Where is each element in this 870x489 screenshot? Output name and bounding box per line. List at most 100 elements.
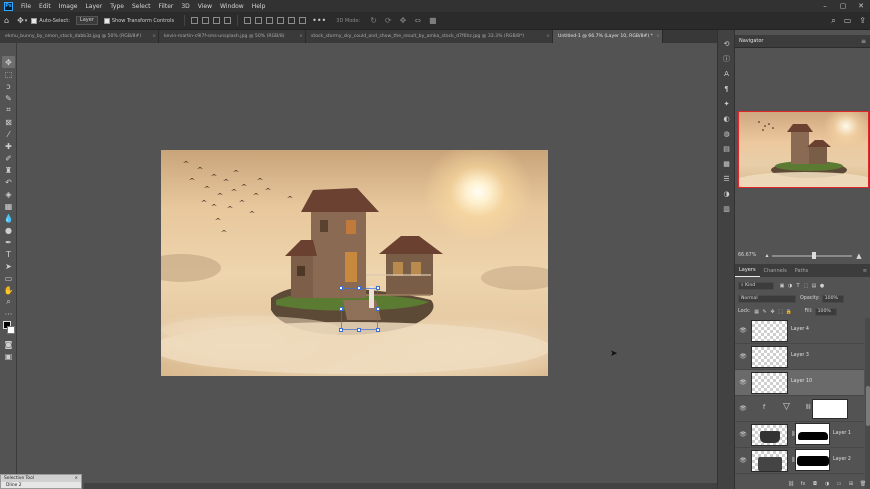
layer-row[interactable]: 👁 Layer 4 <box>735 318 864 344</box>
layer-mask-thumbnail[interactable] <box>812 399 848 419</box>
scrollbar-thumb[interactable] <box>866 386 870 426</box>
adjustment-icon[interactable]: ◑ <box>823 480 831 488</box>
panel-menu-icon[interactable]: ≡ <box>861 35 866 48</box>
filter-adjustment-icon[interactable]: ◑ <box>786 282 794 290</box>
group-icon[interactable]: ▭ <box>835 480 843 488</box>
transform-handle[interactable] <box>376 286 380 290</box>
lock-artboard-icon[interactable]: ⬚ <box>777 308 785 316</box>
menu-help[interactable]: Help <box>248 3 270 10</box>
patterns-icon[interactable]: ▦ <box>718 158 735 171</box>
link-layers-icon[interactable]: ⛓ <box>787 480 795 488</box>
search-icon[interactable]: ⌕ <box>831 16 835 26</box>
align-left-icon[interactable] <box>191 17 199 24</box>
path-select-tool-icon[interactable]: ➤ <box>2 260 15 272</box>
maximize-icon[interactable]: ▢ <box>834 2 852 10</box>
close-icon[interactable]: × <box>299 30 303 43</box>
align-top-icon[interactable] <box>224 17 232 24</box>
character-icon[interactable]: A <box>718 68 735 81</box>
tab-document-active[interactable]: Untitled-1 @ 66.7% (Layer 10, RGB/8#) * × <box>553 30 663 43</box>
screen-mode-icon[interactable]: ▣ <box>2 350 15 362</box>
horizontal-scrollbar[interactable] <box>84 483 717 489</box>
transform-handle[interactable] <box>357 328 361 332</box>
dodge-tool-icon[interactable]: ● <box>2 224 15 236</box>
crop-tool-icon[interactable]: ⌗ <box>2 104 15 116</box>
eye-icon[interactable]: 👁 <box>739 431 747 439</box>
zoom-out-icon[interactable]: ▴ <box>762 252 772 259</box>
trash-icon[interactable]: 🗑 <box>859 480 867 488</box>
close-icon[interactable]: × <box>74 475 78 482</box>
transform-handle[interactable] <box>339 328 343 332</box>
more-tools-icon[interactable]: ··· <box>2 308 15 320</box>
fx-icon[interactable]: fx <box>799 480 807 488</box>
menu-edit[interactable]: Edit <box>35 3 55 10</box>
transform-handle[interactable] <box>376 307 380 311</box>
move-tool-icon[interactable]: ✥ <box>2 56 15 68</box>
info-icon[interactable]: ⓘ <box>718 53 735 66</box>
align-right-icon[interactable] <box>213 17 221 24</box>
swatches-icon[interactable]: ◍ <box>718 128 735 141</box>
navigator-preview[interactable] <box>738 111 869 188</box>
libraries-icon[interactable]: ▥ <box>718 203 735 216</box>
distribute-center-icon[interactable] <box>288 17 296 24</box>
distribute-middle-icon[interactable] <box>255 17 263 24</box>
gradient-tool-icon[interactable]: ▦ <box>2 200 15 212</box>
pen-tool-icon[interactable]: ✒ <box>2 236 15 248</box>
distribute-bottom-icon[interactable] <box>266 17 274 24</box>
blend-mode-dropdown[interactable]: Normal <box>738 294 796 303</box>
zoom-slider-thumb[interactable] <box>812 251 816 259</box>
floating-panel[interactable]: Selective Tool × Dline 2 <box>0 474 82 489</box>
add-mask-icon[interactable]: ◘ <box>811 480 819 488</box>
tab-document-3[interactable]: stock_stormy_sky_could_and_show_the_resu… <box>306 30 553 43</box>
3d-roll-icon[interactable]: ⟳ <box>385 16 392 25</box>
menu-3d[interactable]: 3D <box>177 3 193 10</box>
brush-tool-icon[interactable]: ✐ <box>2 152 15 164</box>
marquee-tool-icon[interactable]: ⬚ <box>2 68 15 80</box>
move-tool-icon[interactable]: ✥ <box>17 16 24 25</box>
transform-handle[interactable] <box>357 286 361 290</box>
adjustments-icon[interactable]: ◑ <box>718 188 735 201</box>
menu-view[interactable]: View <box>194 3 216 10</box>
distribute-left-icon[interactable] <box>277 17 285 24</box>
eye-icon[interactable]: 👁 <box>739 457 747 465</box>
history-icon[interactable]: ⟲ <box>718 38 735 51</box>
healing-brush-tool-icon[interactable]: ✚ <box>2 140 15 152</box>
tab-document-1[interactable]: ekmu_bunny_by_nmon_stock_dabb3z.jpg @ 50… <box>0 30 159 43</box>
clone-stamp-tool-icon[interactable]: ♜ <box>2 164 15 176</box>
eye-icon[interactable]: 👁 <box>739 405 747 413</box>
frame-tool-icon[interactable]: ⊠ <box>2 116 15 128</box>
menu-window[interactable]: Window <box>216 3 248 10</box>
zoom-slider[interactable] <box>772 251 852 259</box>
transform-bounding-box[interactable] <box>341 288 378 330</box>
rectangle-tool-icon[interactable]: ▭ <box>2 272 15 284</box>
chevron-down-icon[interactable]: ▾ <box>25 18 28 24</box>
filter-shape-icon[interactable]: ⬚ <box>802 282 810 290</box>
filter-kind-dropdown[interactable]: ⌕ Kind <box>738 281 774 290</box>
paragraph-icon[interactable]: ¶ <box>718 83 735 96</box>
color-swatches-icon[interactable] <box>2 320 15 338</box>
lock-transparent-icon[interactable]: ▦ <box>753 308 761 316</box>
transform-controls-checkbox[interactable] <box>103 17 110 24</box>
type-tool-icon[interactable]: T <box>2 248 15 260</box>
tab-channels[interactable]: Channels <box>760 268 791 277</box>
eraser-tool-icon[interactable]: ◈ <box>2 188 15 200</box>
layer-row[interactable]: 👁 Layer 3 <box>735 344 864 370</box>
menu-file[interactable]: File <box>17 3 35 10</box>
panel-menu-icon[interactable]: ≡ <box>859 268 870 277</box>
3d-pan-icon[interactable]: ✥ <box>400 16 407 25</box>
quick-select-tool-icon[interactable]: ✎ <box>2 92 15 104</box>
menu-image[interactable]: Image <box>55 3 82 10</box>
lightbulb-icon[interactable]: ✦ <box>718 98 735 111</box>
new-layer-icon[interactable]: ⊞ <box>847 480 855 488</box>
menu-type[interactable]: Type <box>106 3 128 10</box>
auto-select-checkbox[interactable] <box>31 17 38 24</box>
align-center-icon[interactable] <box>202 17 210 24</box>
more-options-icon[interactable]: ••• <box>312 16 326 25</box>
3d-scale-icon[interactable]: ■ <box>429 16 437 25</box>
layer-row[interactable]: 👁 ⛓ Layer 1 <box>735 422 864 448</box>
eyedropper-tool-icon[interactable]: ⁄ <box>2 128 15 140</box>
transform-handle[interactable] <box>339 307 343 311</box>
filter-pixel-icon[interactable]: ▣ <box>778 282 786 290</box>
lasso-tool-icon[interactable]: ↄ <box>2 80 15 92</box>
layer-row[interactable]: 👁 ⛓ Layer 2 <box>735 448 864 474</box>
minimize-icon[interactable]: – <box>816 2 834 10</box>
